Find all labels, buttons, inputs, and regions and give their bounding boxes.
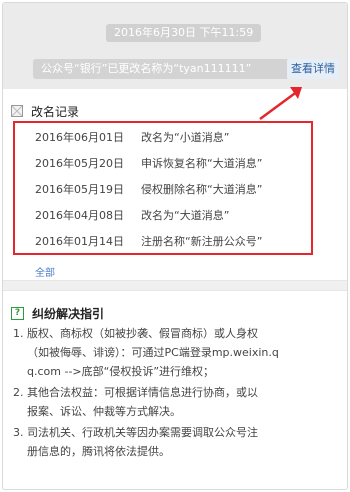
screenshot-frame: 2016年6月30日 下午11:59 公众号“银行”已更改名称为“tyan111… (2, 2, 348, 490)
record-date: 2016年01月14日 (35, 235, 124, 248)
view-details-link[interactable]: 查看详情 (287, 59, 339, 79)
name-history-header: 改名记录 (11, 103, 79, 119)
all-records-link[interactable]: 全部 (35, 264, 55, 279)
dispute-line: （如被侮辱、诽谤）：可通过PC端登录mp.weixin.q (27, 346, 279, 359)
dispute-line: 3. 司法机关、行政机关等因办案需要调取公众号注 (13, 426, 258, 439)
red-arrow-icon (259, 87, 302, 121)
history-record: 2016年01月14日 注册名称“新注册公众号” (35, 233, 262, 249)
history-record: 2016年05月20日 申诉恢复名称“大道消息” (35, 155, 262, 171)
history-record: 2016年05月19日 侵权删除名称“大道消息” (35, 181, 262, 197)
dispute-guide-header: ? 纠纷解决指引 (11, 305, 104, 321)
dispute-line: q.com -->底部“侵权投诉”进行维权； (27, 365, 215, 378)
name-history-title: 改名记录 (31, 104, 80, 119)
record-text: 申诉恢复名称“大道消息” (141, 157, 263, 170)
record-text: 注册名称“新注册公众号” (141, 235, 263, 248)
record-text: 侵权删除名称“大道消息” (141, 183, 263, 196)
history-record: 2016年04月08日 改名为“大道消息” (35, 207, 229, 223)
dispute-line: 报案、诉讼、仲裁等方式解决。 (27, 405, 181, 418)
dispute-line: 2. 其他合法权益：可根据详情信息进行协商，或以 (13, 386, 258, 399)
dispute-guide-title: 纠纷解决指引 (32, 306, 105, 321)
record-date: 2016年06月01日 (35, 131, 124, 144)
name-history-list: 2016年06月01日 改名为“小道消息” 2016年05月20日 申诉恢复名称“大… (13, 121, 313, 255)
record-date: 2016年04月08日 (35, 209, 124, 222)
record-date: 2016年05月19日 (35, 183, 124, 196)
history-icon (11, 105, 23, 117)
chat-area: 2016年6月30日 下午11:59 公众号“银行”已更改名称为“tyan111… (3, 3, 347, 89)
record-text: 改名为“大道消息” (141, 209, 230, 222)
history-record: 2016年06月01日 改名为“小道消息” (35, 129, 229, 145)
dispute-line: 册信息的，腾讯将依法提供。 (27, 445, 170, 458)
section-divider (3, 280, 347, 291)
record-date: 2016年05月20日 (35, 157, 124, 170)
record-text: 改名为“小道消息” (141, 131, 230, 144)
question-icon: ? (11, 306, 24, 320)
dispute-line: 1. 版权、商标权（如被抄袭、假冒商标）或人身权 (13, 327, 258, 340)
chat-timestamp: 2016年6月30日 下午11:59 (106, 24, 262, 42)
